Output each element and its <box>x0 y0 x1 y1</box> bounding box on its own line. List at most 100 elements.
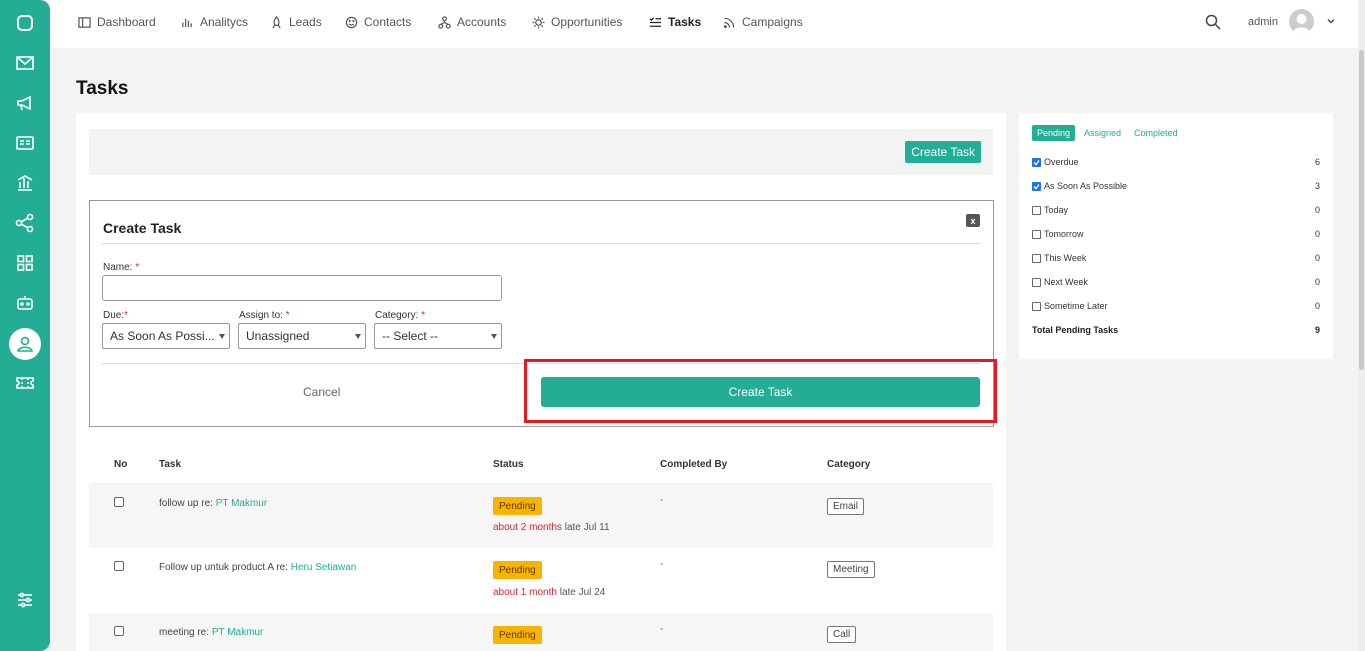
nav-label: Accounts <box>457 15 507 29</box>
tasks-icon <box>649 16 662 27</box>
name-field[interactable] <box>102 275 502 301</box>
col-header-completed-by: Completed By <box>660 459 728 470</box>
nav-tasks[interactable]: Tasks <box>649 0 701 44</box>
checkbox[interactable] <box>1032 277 1041 287</box>
scrollbar-thumb[interactable] <box>1359 50 1364 370</box>
sidebar <box>0 0 50 651</box>
tab-pending[interactable]: Pending <box>1032 125 1076 141</box>
category-label: Category: * <box>375 310 426 321</box>
category-tag: Meeting <box>827 561 875 578</box>
ticket-icon[interactable] <box>10 368 40 398</box>
settings-sliders-icon[interactable] <box>10 585 40 615</box>
task-link[interactable]: Heru Setiawan <box>291 562 357 573</box>
late-info: about 2 months late Jul 11 <box>493 522 610 533</box>
filter-count: 0 <box>1315 253 1321 263</box>
tab-completed[interactable]: Completed <box>1129 125 1183 141</box>
filter-asap[interactable]: As Soon As Possible <box>1032 180 1127 192</box>
mail-icon[interactable] <box>10 48 40 78</box>
col-header-task: Task <box>159 459 182 470</box>
toolbar: Create Task <box>89 129 993 175</box>
chevron-down-icon[interactable] <box>1326 16 1336 26</box>
nav-label: Tasks <box>668 15 702 29</box>
filter-overdue[interactable]: Overdue <box>1032 156 1079 168</box>
status-badge: Pending <box>493 561 542 579</box>
row-checkbox[interactable] <box>114 561 124 571</box>
completed-by: - <box>660 559 664 570</box>
nav-leads[interactable]: Leads <box>270 0 322 44</box>
filter-today[interactable]: Today <box>1032 204 1068 216</box>
user-task-icon[interactable] <box>9 328 41 360</box>
close-icon[interactable]: x <box>966 214 980 227</box>
nav-label: Dashboard <box>97 15 156 29</box>
due-value: As Soon As Possi... <box>110 329 215 343</box>
completed-by: - <box>660 624 664 635</box>
id-card-icon[interactable] <box>10 128 40 158</box>
nav-label: Campaigns <box>742 15 803 29</box>
nav-label: Leads <box>289 15 322 29</box>
share-nodes-icon[interactable] <box>10 208 40 238</box>
filter-count: 6 <box>1315 157 1321 167</box>
task-link[interactable]: PT Makmur <box>216 498 268 509</box>
checkbox[interactable] <box>1032 205 1041 215</box>
due-select[interactable]: As Soon As Possi... <box>102 323 230 349</box>
smiley-icon <box>345 16 358 28</box>
category-value: -- Select -- <box>382 329 439 343</box>
nav-label: Analitycs <box>200 15 249 29</box>
filter-tomorrow[interactable]: Tomorrow <box>1032 228 1084 240</box>
nav-contacts[interactable]: Contacts <box>345 0 411 44</box>
nav-label: Contacts <box>364 15 412 29</box>
bar-chart-icon[interactable] <box>10 168 40 198</box>
nav-opportunities[interactable]: Opportunities <box>532 0 622 44</box>
category-tag: Call <box>827 626 857 643</box>
assign-select[interactable]: Unassigned <box>238 323 366 349</box>
task-text: Follow up untuk product A re: Heru Setia… <box>159 562 357 573</box>
status-badge: Pending <box>493 497 542 515</box>
divider <box>102 243 981 244</box>
nav-accounts[interactable]: Accounts <box>438 0 506 44</box>
nav-dashboard[interactable]: Dashboard <box>78 0 156 44</box>
filter-count: 0 <box>1315 277 1321 287</box>
user-name[interactable]: admin <box>1248 16 1278 28</box>
table-row: meeting re: PT Makmur Pending - Call <box>89 613 993 651</box>
scrollbar[interactable] <box>1358 0 1365 651</box>
task-link[interactable]: PT Makmur <box>212 627 264 638</box>
rss-icon <box>723 17 735 28</box>
status-badge: Pending <box>493 626 542 644</box>
megaphone-icon[interactable] <box>10 88 40 118</box>
filter-next-week[interactable]: Next Week <box>1032 276 1088 288</box>
avatar[interactable] <box>1289 9 1314 34</box>
analytics-icon <box>182 18 192 27</box>
row-checkbox[interactable] <box>114 497 124 507</box>
nav-label: Opportunities <box>551 15 623 29</box>
hierarchy-icon <box>438 15 451 29</box>
assign-label: Assign to: * <box>239 310 290 321</box>
sun-icon <box>532 15 545 29</box>
highlight-box <box>524 359 997 423</box>
nav-campaigns[interactable]: Campaigns <box>723 0 803 44</box>
filter-sometime-later[interactable]: Sometime Later <box>1032 300 1108 312</box>
checkbox[interactable] <box>1032 253 1041 263</box>
cancel-button[interactable]: Cancel <box>303 385 340 399</box>
create-task-toolbar-button[interactable]: Create Task <box>905 141 981 163</box>
task-text: meeting re: PT Makmur <box>159 627 264 638</box>
robot-icon[interactable] <box>10 288 40 318</box>
category-select[interactable]: -- Select -- <box>374 323 502 349</box>
chat-bubble-icon[interactable] <box>10 8 40 38</box>
total-count: 9 <box>1315 325 1321 335</box>
summary-panel: Pending Assigned Completed Overdue 6 As … <box>1019 113 1333 359</box>
caret-down-icon <box>491 334 497 339</box>
search-icon[interactable] <box>1205 14 1221 30</box>
nav-analytics[interactable]: Analitycs <box>181 0 248 44</box>
filter-count: 0 <box>1315 301 1321 311</box>
checkbox[interactable] <box>1032 301 1041 311</box>
total-label: Total Pending Tasks <box>1032 325 1119 335</box>
checkbox-checked[interactable] <box>1032 181 1041 191</box>
checkbox-checked[interactable] <box>1032 157 1041 167</box>
tab-assigned[interactable]: Assigned <box>1079 125 1126 141</box>
filter-this-week[interactable]: This Week <box>1032 252 1086 264</box>
caret-down-icon <box>219 334 225 339</box>
checkbox[interactable] <box>1032 229 1041 239</box>
table-row: Follow up untuk product A re: Heru Setia… <box>89 548 993 613</box>
grid-icon[interactable] <box>10 248 40 278</box>
row-checkbox[interactable] <box>114 626 124 636</box>
